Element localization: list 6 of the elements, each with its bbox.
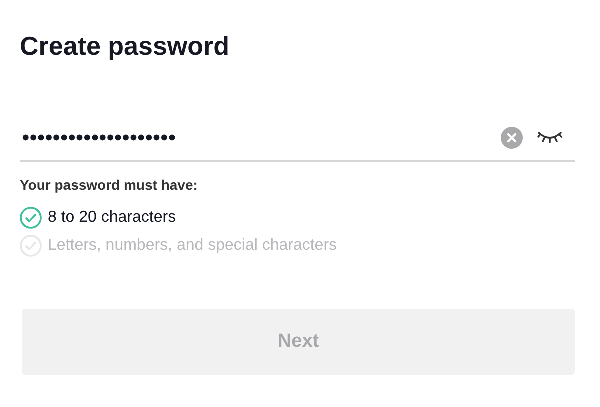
requirements-heading: Your password must have: <box>20 177 199 193</box>
requirement-text: 8 to 20 characters <box>48 209 176 227</box>
requirement-text: Letters, numbers, and special characters <box>48 237 338 255</box>
page-title: Create password <box>20 30 231 62</box>
closed-eye-icon[interactable] <box>537 130 563 146</box>
password-field[interactable]: •••••••••••••••••••• <box>20 116 575 162</box>
